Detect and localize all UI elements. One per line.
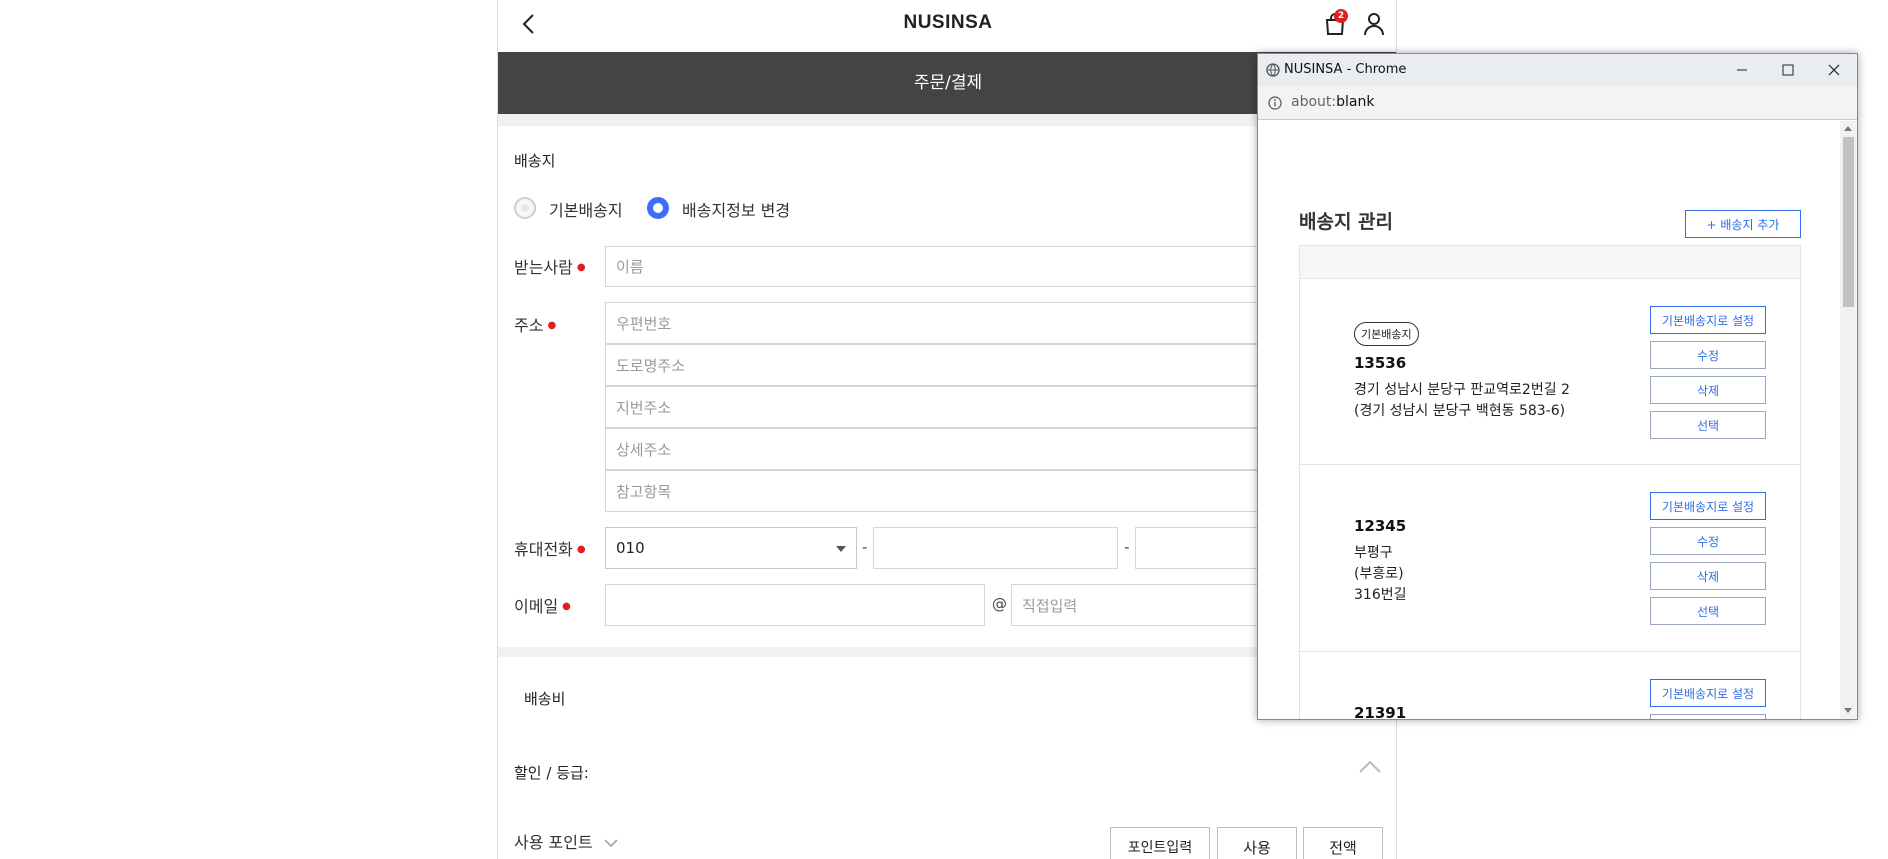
shipping-section-title: 배송지 bbox=[514, 152, 556, 170]
scroll-up-arrow-icon[interactable] bbox=[1844, 126, 1852, 131]
email-label: 이메일 ● bbox=[514, 593, 571, 617]
chevron-up-icon[interactable] bbox=[1358, 758, 1382, 774]
radio-change-address-label[interactable]: 배송지정보 변경 bbox=[682, 197, 790, 221]
address-line: 부평구 bbox=[1354, 545, 1393, 561]
phone-separator: - bbox=[862, 538, 868, 556]
delivery-fee-label: 배송비 bbox=[524, 690, 566, 708]
chevron-down-icon bbox=[604, 839, 618, 848]
add-address-button[interactable]: + 배송지 추가 bbox=[1685, 210, 1801, 238]
popup-url[interactable]: about:blank bbox=[1291, 94, 1374, 110]
edit-address-button[interactable]: 수정 bbox=[1650, 714, 1766, 719]
address-line: 316번길 bbox=[1354, 587, 1407, 603]
required-dot-icon: ● bbox=[576, 262, 586, 273]
url-path: blank bbox=[1336, 94, 1375, 110]
use-points-label-text: 사용 포인트 bbox=[514, 833, 593, 852]
delete-address-button[interactable]: 삭제 bbox=[1650, 376, 1766, 404]
address-line: (경기 성남시 분당구 백현동 583-6) bbox=[1354, 403, 1566, 419]
radio-default-address-label[interactable]: 기본배송지 bbox=[549, 197, 623, 221]
address-list: 기본배송지 13536 경기 성남시 분당구 판교역로2번길 2 (경기 성남시… bbox=[1299, 245, 1801, 719]
required-dot-icon: ● bbox=[547, 320, 557, 331]
set-default-button[interactable]: 기본배송지로 설정 bbox=[1650, 679, 1766, 707]
email-at-sign: @ bbox=[992, 595, 1007, 613]
address-popup-window: NUSINSA - Chrome about:blank 배송지 관리 + 배송… bbox=[1257, 53, 1858, 720]
required-dot-icon: ● bbox=[576, 544, 586, 555]
select-address-button[interactable]: 선택 bbox=[1650, 411, 1766, 439]
address-management-title: 배송지 관리 bbox=[1299, 211, 1394, 233]
phone-separator: - bbox=[1124, 538, 1130, 556]
chevron-down-icon bbox=[836, 546, 846, 552]
default-address-badge: 기본배송지 bbox=[1354, 322, 1419, 346]
globe-icon bbox=[1266, 63, 1280, 77]
edit-address-button[interactable]: 수정 bbox=[1650, 527, 1766, 555]
use-all-points-button[interactable]: 전액 bbox=[1303, 827, 1383, 859]
email-label-text: 이메일 bbox=[514, 597, 559, 616]
address-zip: 13536 bbox=[1354, 354, 1407, 372]
popup-content: 배송지 관리 + 배송지 추가 기본배송지 13536 경기 성남시 분당구 판… bbox=[1258, 121, 1840, 719]
info-icon[interactable] bbox=[1268, 96, 1282, 110]
recipient-label: 받는사람 ● bbox=[514, 254, 586, 278]
popup-scrollbar[interactable] bbox=[1840, 121, 1857, 719]
address-line: 경기 성남시 분당구 판교역로2번길 2 bbox=[1354, 382, 1570, 398]
address-zip: 12345 bbox=[1354, 517, 1407, 535]
maximize-icon[interactable] bbox=[1765, 54, 1811, 86]
phone-middle-input[interactable] bbox=[873, 527, 1118, 569]
point-input-button[interactable]: 포인트입력 bbox=[1110, 827, 1210, 859]
address-card: 21391 기본배송지로 설정 수정 bbox=[1300, 652, 1800, 719]
select-address-button[interactable]: 선택 bbox=[1650, 597, 1766, 625]
scrollbar-thumb[interactable] bbox=[1843, 137, 1854, 307]
top-bar: NUSINSA 2 bbox=[498, 0, 1396, 52]
close-icon[interactable] bbox=[1811, 54, 1857, 86]
popup-window-title: NUSINSA - Chrome bbox=[1284, 62, 1407, 77]
required-dot-icon: ● bbox=[562, 601, 571, 612]
popup-address-bar[interactable]: about:blank bbox=[1258, 86, 1857, 120]
address-list-header bbox=[1300, 246, 1800, 279]
radio-default-address[interactable] bbox=[514, 197, 536, 219]
url-scheme: about: bbox=[1291, 94, 1337, 110]
delete-address-button[interactable]: 삭제 bbox=[1650, 562, 1766, 590]
address-card: 기본배송지 13536 경기 성남시 분당구 판교역로2번길 2 (경기 성남시… bbox=[1300, 279, 1800, 465]
set-default-button[interactable]: 기본배송지로 설정 bbox=[1650, 492, 1766, 520]
discount-grade-label: 할인 / 등급: bbox=[514, 764, 589, 782]
use-points-label[interactable]: 사용 포인트 bbox=[514, 829, 618, 853]
email-id-input[interactable] bbox=[605, 584, 985, 626]
address-label: 주소 ● bbox=[514, 312, 556, 336]
address-zip: 21391 bbox=[1354, 704, 1407, 719]
recipient-label-text: 받는사람 bbox=[514, 258, 573, 277]
set-default-button[interactable]: 기본배송지로 설정 bbox=[1650, 306, 1766, 334]
scroll-down-arrow-icon[interactable] bbox=[1844, 708, 1852, 713]
address-line: (부흥로) bbox=[1354, 566, 1404, 582]
phone-prefix-value: 010 bbox=[616, 539, 645, 557]
edit-address-button[interactable]: 수정 bbox=[1650, 341, 1766, 369]
address-card: 12345 부평구 (부흥로) 316번길 기본배송지로 설정 수정 삭제 선택 bbox=[1300, 465, 1800, 652]
popup-title-bar[interactable]: NUSINSA - Chrome bbox=[1258, 54, 1857, 86]
phone-label: 휴대전화 ● bbox=[514, 536, 586, 560]
user-icon[interactable] bbox=[1360, 10, 1388, 38]
phone-label-text: 휴대전화 bbox=[514, 540, 573, 559]
use-points-button[interactable]: 사용 bbox=[1217, 827, 1297, 859]
brand-logo[interactable]: NUSINSA bbox=[498, 12, 1396, 34]
address-label-text: 주소 bbox=[514, 316, 544, 335]
minimize-icon[interactable] bbox=[1719, 54, 1765, 86]
phone-prefix-select[interactable]: 010 bbox=[605, 527, 857, 569]
radio-change-address[interactable] bbox=[647, 197, 669, 219]
cart-count-badge: 2 bbox=[1334, 9, 1348, 23]
